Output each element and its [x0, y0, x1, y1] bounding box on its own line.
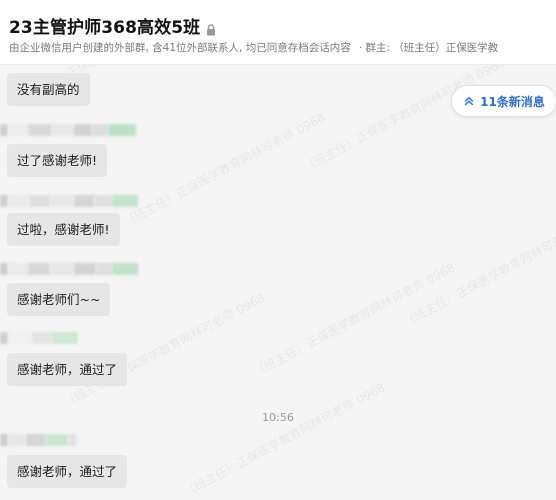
sender-name-blurred [0, 332, 78, 344]
group-owner: · 群主: （班主任）正保医学教 [358, 42, 499, 54]
message-list[interactable]: （班主任）正保医学教育网林可老师 0968 （班主任）正保医学教育网林可老师 0… [0, 65, 556, 500]
group-subtitle: 由企业微信用户创建的外部群, 含41位外部联系人, 均已同意存档会话内容 · 群主… [9, 40, 556, 55]
title-row: 23主管护师368高效5班 [9, 13, 216, 38]
watermark: （班主任）正保医学教育网林可老师 0968 [250, 260, 458, 380]
chat-header: 23主管护师368高效5班 由企业微信用户创建的外部群, 含41位外部联系人, … [0, 0, 556, 65]
new-messages-button[interactable]: 11条新消息 [451, 85, 556, 117]
sender-name-blurred [0, 263, 138, 275]
sender-name-blurred [0, 195, 138, 207]
sender-name-blurred [0, 124, 136, 136]
watermark: （班主任）正保医学教育网林可老师 0968 [180, 380, 388, 500]
group-title[interactable]: 23主管护师368高效5班 [9, 13, 200, 38]
new-messages-label: 11条新消息 [480, 94, 545, 109]
watermark: （班主任）正保医学教育网林可老师 0968 [300, 65, 508, 175]
lock-icon [206, 21, 216, 35]
message-bubble[interactable]: 没有副高的 [7, 73, 90, 106]
sender-name-blurred [0, 434, 76, 446]
message-bubble[interactable]: 过了感谢老师! [7, 144, 108, 177]
time-divider: 10:56 [262, 411, 294, 424]
double-chevron-up-icon [463, 95, 475, 107]
message-bubble[interactable]: 感谢老师，通过了 [7, 353, 128, 386]
watermark: （班主任）正保医学教育网林可老师 0968 [400, 210, 556, 330]
group-description: 由企业微信用户创建的外部群, 含41位外部联系人, 均已同意存档会话内容 [9, 42, 351, 54]
message-bubble[interactable]: 感谢老师们~~ [7, 283, 111, 316]
message-bubble[interactable]: 过啦，感谢老师! [7, 213, 120, 246]
watermark: （班主任）正保医学教育网林可老师 0968 [120, 110, 328, 230]
message-bubble[interactable]: 感谢老师，通过了 [7, 455, 128, 488]
